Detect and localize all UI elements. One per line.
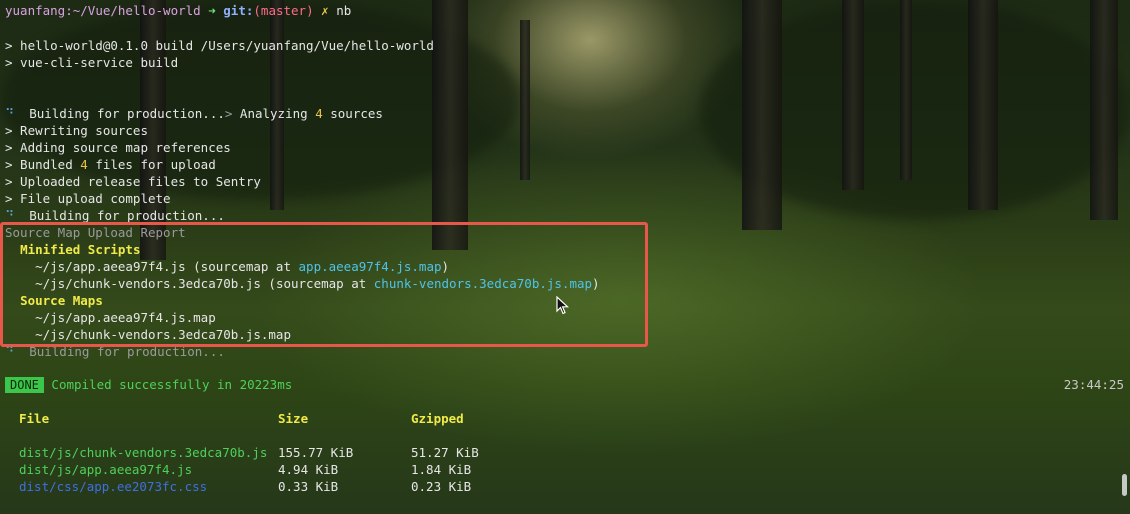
table-row-size: 4.94 KiB [278,462,339,477]
scrollbar-thumb[interactable] [1122,474,1127,496]
command-text: nb [336,3,352,18]
step-line: > Uploaded release files to Sentry [5,174,261,189]
spinner-icon: ⠙ [5,208,15,223]
table-row-file: dist/js/chunk-vendors.3edca70b.js [19,445,268,460]
column-header-file: File [19,411,50,426]
step-line: > Rewriting sources [5,123,148,138]
highlight-box [0,222,648,347]
table-row-gzip: 51.27 KiB [411,445,479,460]
progress-analyzing: ⠙ Building for production...> Analyzing … [5,106,383,121]
build-line-1: > hello-world@0.1.0 build /Users/yuanfan… [5,38,434,53]
prompt-arrow-icon: ➜ [208,3,216,18]
done-badge: DONE [5,377,44,393]
table-row-file: dist/js/app.aeea97f4.js [19,462,193,477]
step-line: > Adding source map references [5,140,231,155]
compile-result: DONE Compiled successfully in 20223ms [5,376,292,393]
table-row-gzip: 0.23 KiB [411,479,472,494]
prompt-path: yuanfang:~/Vue/hello-world [5,3,201,18]
column-header-gzipped: Gzipped [411,411,464,426]
table-row-gzip: 1.84 KiB [411,462,472,477]
bundled-line: > Bundled 4 files for upload [5,157,216,172]
git-label: git: [223,3,254,18]
table-row-size: 155.77 KiB [278,445,354,460]
step-line: > File upload complete [5,191,171,206]
table-row-size: 0.33 KiB [278,479,339,494]
mouse-cursor-icon [556,296,570,315]
spinner-icon: ⠙ [5,106,15,121]
timestamp: 23:44:25 [1063,377,1124,392]
column-header-size: Size [278,411,309,426]
shell-prompt: yuanfang:~/Vue/hello-world ➜ git:(master… [5,2,351,19]
terminal-output: yuanfang:~/Vue/hello-world ➜ git:(master… [0,0,1130,514]
table-row-file: dist/css/app.ee2073fc.css [19,479,208,494]
git-branch: (master) [253,3,314,18]
dirty-mark-icon: ✗ [321,3,329,18]
build-line-2: > vue-cli-service build [5,55,179,70]
